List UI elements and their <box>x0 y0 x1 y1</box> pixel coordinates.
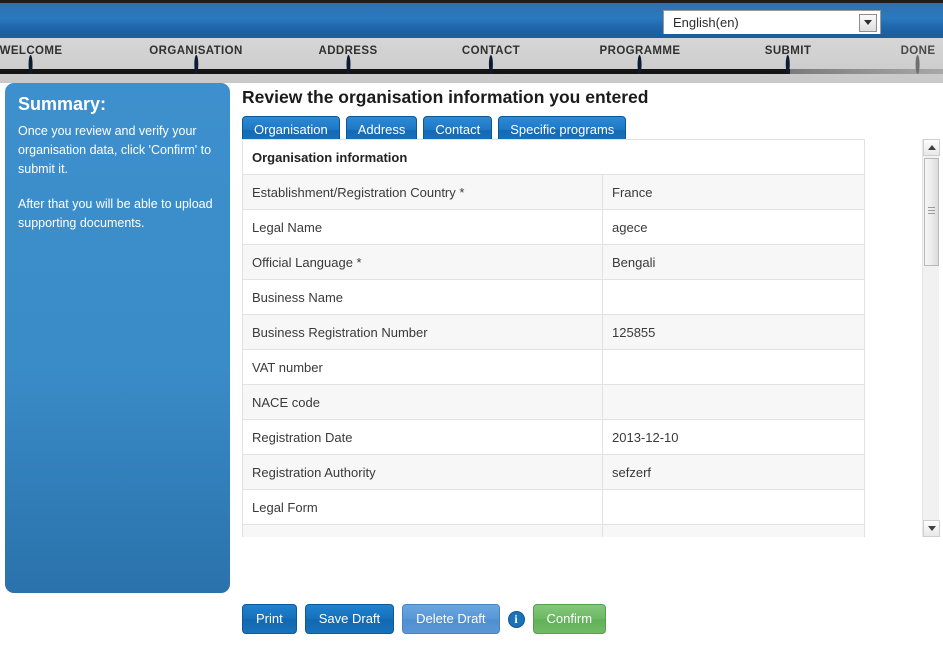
table-row: Registration Authority sefzerf <box>242 454 866 490</box>
table-row: VAT number <box>242 349 866 385</box>
field-value: sefzerf <box>601 454 866 490</box>
summary-panel: Summary: Once you review and verify your… <box>5 83 230 593</box>
table-row: Official Language * Bengali <box>242 244 866 280</box>
field-label: Official Language * <box>242 244 603 280</box>
step-address[interactable]: ADDRESS <box>318 38 377 74</box>
table-row: Legal Name agece <box>242 209 866 245</box>
field-value <box>601 279 866 315</box>
step-dot <box>194 55 198 74</box>
table-row: NACE code <box>242 384 866 420</box>
main-content: Review the organisation information you … <box>238 83 943 659</box>
field-label: Legal Form <box>242 489 603 525</box>
field-label: Business Name <box>242 279 603 315</box>
field-value <box>601 489 866 525</box>
scroll-up-arrow-icon[interactable] <box>923 139 940 156</box>
step-dot <box>638 55 642 74</box>
scrollbar-grip-icon <box>928 207 935 214</box>
scroll-down-arrow-icon[interactable] <box>923 520 940 537</box>
field-value: agece <box>601 209 866 245</box>
field-label: Registration Authority <box>242 454 603 490</box>
field-label: Legal Name <box>242 209 603 245</box>
field-value: 2013-12-10 <box>601 419 866 455</box>
table-row: Business Registration Number 125855 <box>242 314 866 350</box>
table-row: Establishment/Registration Country * Fra… <box>242 174 866 210</box>
scrollbar-thumb[interactable] <box>924 158 939 266</box>
field-label: Business Registration Number <box>242 314 603 350</box>
organisation-review-table: Organisation information Establishment/R… <box>242 139 866 537</box>
table-section-header: Organisation information <box>242 139 866 175</box>
progress-stepper: WELCOME ORGANISATION ADDRESS CONTACT PRO… <box>0 38 943 83</box>
table-spacer-row <box>242 524 866 537</box>
step-dot <box>785 55 790 74</box>
field-value: Bengali <box>601 244 866 280</box>
summary-paragraph-1: Once you review and verify your organisa… <box>18 124 212 176</box>
field-label: Registration Date <box>242 419 603 455</box>
field-value: 125855 <box>601 314 866 350</box>
table-row: Business Name <box>242 279 866 315</box>
step-dot <box>28 55 33 74</box>
review-table-container: Organisation information Establishment/R… <box>242 139 942 537</box>
delete-draft-button[interactable]: Delete Draft <box>402 604 500 634</box>
app-header-bar: English(en) <box>0 0 943 38</box>
print-button[interactable]: Print <box>242 604 297 634</box>
step-submit[interactable]: SUBMIT <box>765 38 811 74</box>
step-organisation[interactable]: ORGANISATION <box>149 38 242 74</box>
field-label: NACE code <box>242 384 603 420</box>
chevron-down-icon[interactable] <box>859 13 877 32</box>
language-select-value: English(en) <box>673 15 739 30</box>
field-label: Establishment/Registration Country * <box>242 174 603 210</box>
step-welcome[interactable]: WELCOME <box>0 38 62 74</box>
vertical-scrollbar[interactable] <box>922 139 940 537</box>
summary-title: Summary: <box>18 94 107 114</box>
field-value <box>601 384 866 420</box>
step-contact[interactable]: CONTACT <box>462 38 520 74</box>
field-value <box>601 349 866 385</box>
step-programme[interactable]: PROGRAMME <box>600 38 681 74</box>
field-value: France <box>601 174 866 210</box>
confirm-button[interactable]: Confirm <box>532 604 607 634</box>
step-dot <box>346 55 350 74</box>
table-row: Legal Form <box>242 489 866 525</box>
table-row: Registration Date 2013-12-10 <box>242 419 866 455</box>
language-select[interactable]: English(en) <box>663 10 881 35</box>
section-title: Organisation information <box>242 139 866 175</box>
page-title: Review the organisation information you … <box>242 87 649 107</box>
step-dot <box>915 55 920 74</box>
step-dot <box>488 55 493 74</box>
review-table-viewport: Organisation information Establishment/R… <box>242 139 922 537</box>
save-draft-button[interactable]: Save Draft <box>304 604 395 634</box>
summary-paragraph-2: After that you will be able to upload su… <box>18 197 213 230</box>
info-icon[interactable]: i <box>507 610 525 628</box>
action-bar: Print Save Draft Delete Draft i Confirm <box>242 604 607 634</box>
field-label: VAT number <box>242 349 603 385</box>
step-done[interactable]: DONE <box>901 38 936 74</box>
